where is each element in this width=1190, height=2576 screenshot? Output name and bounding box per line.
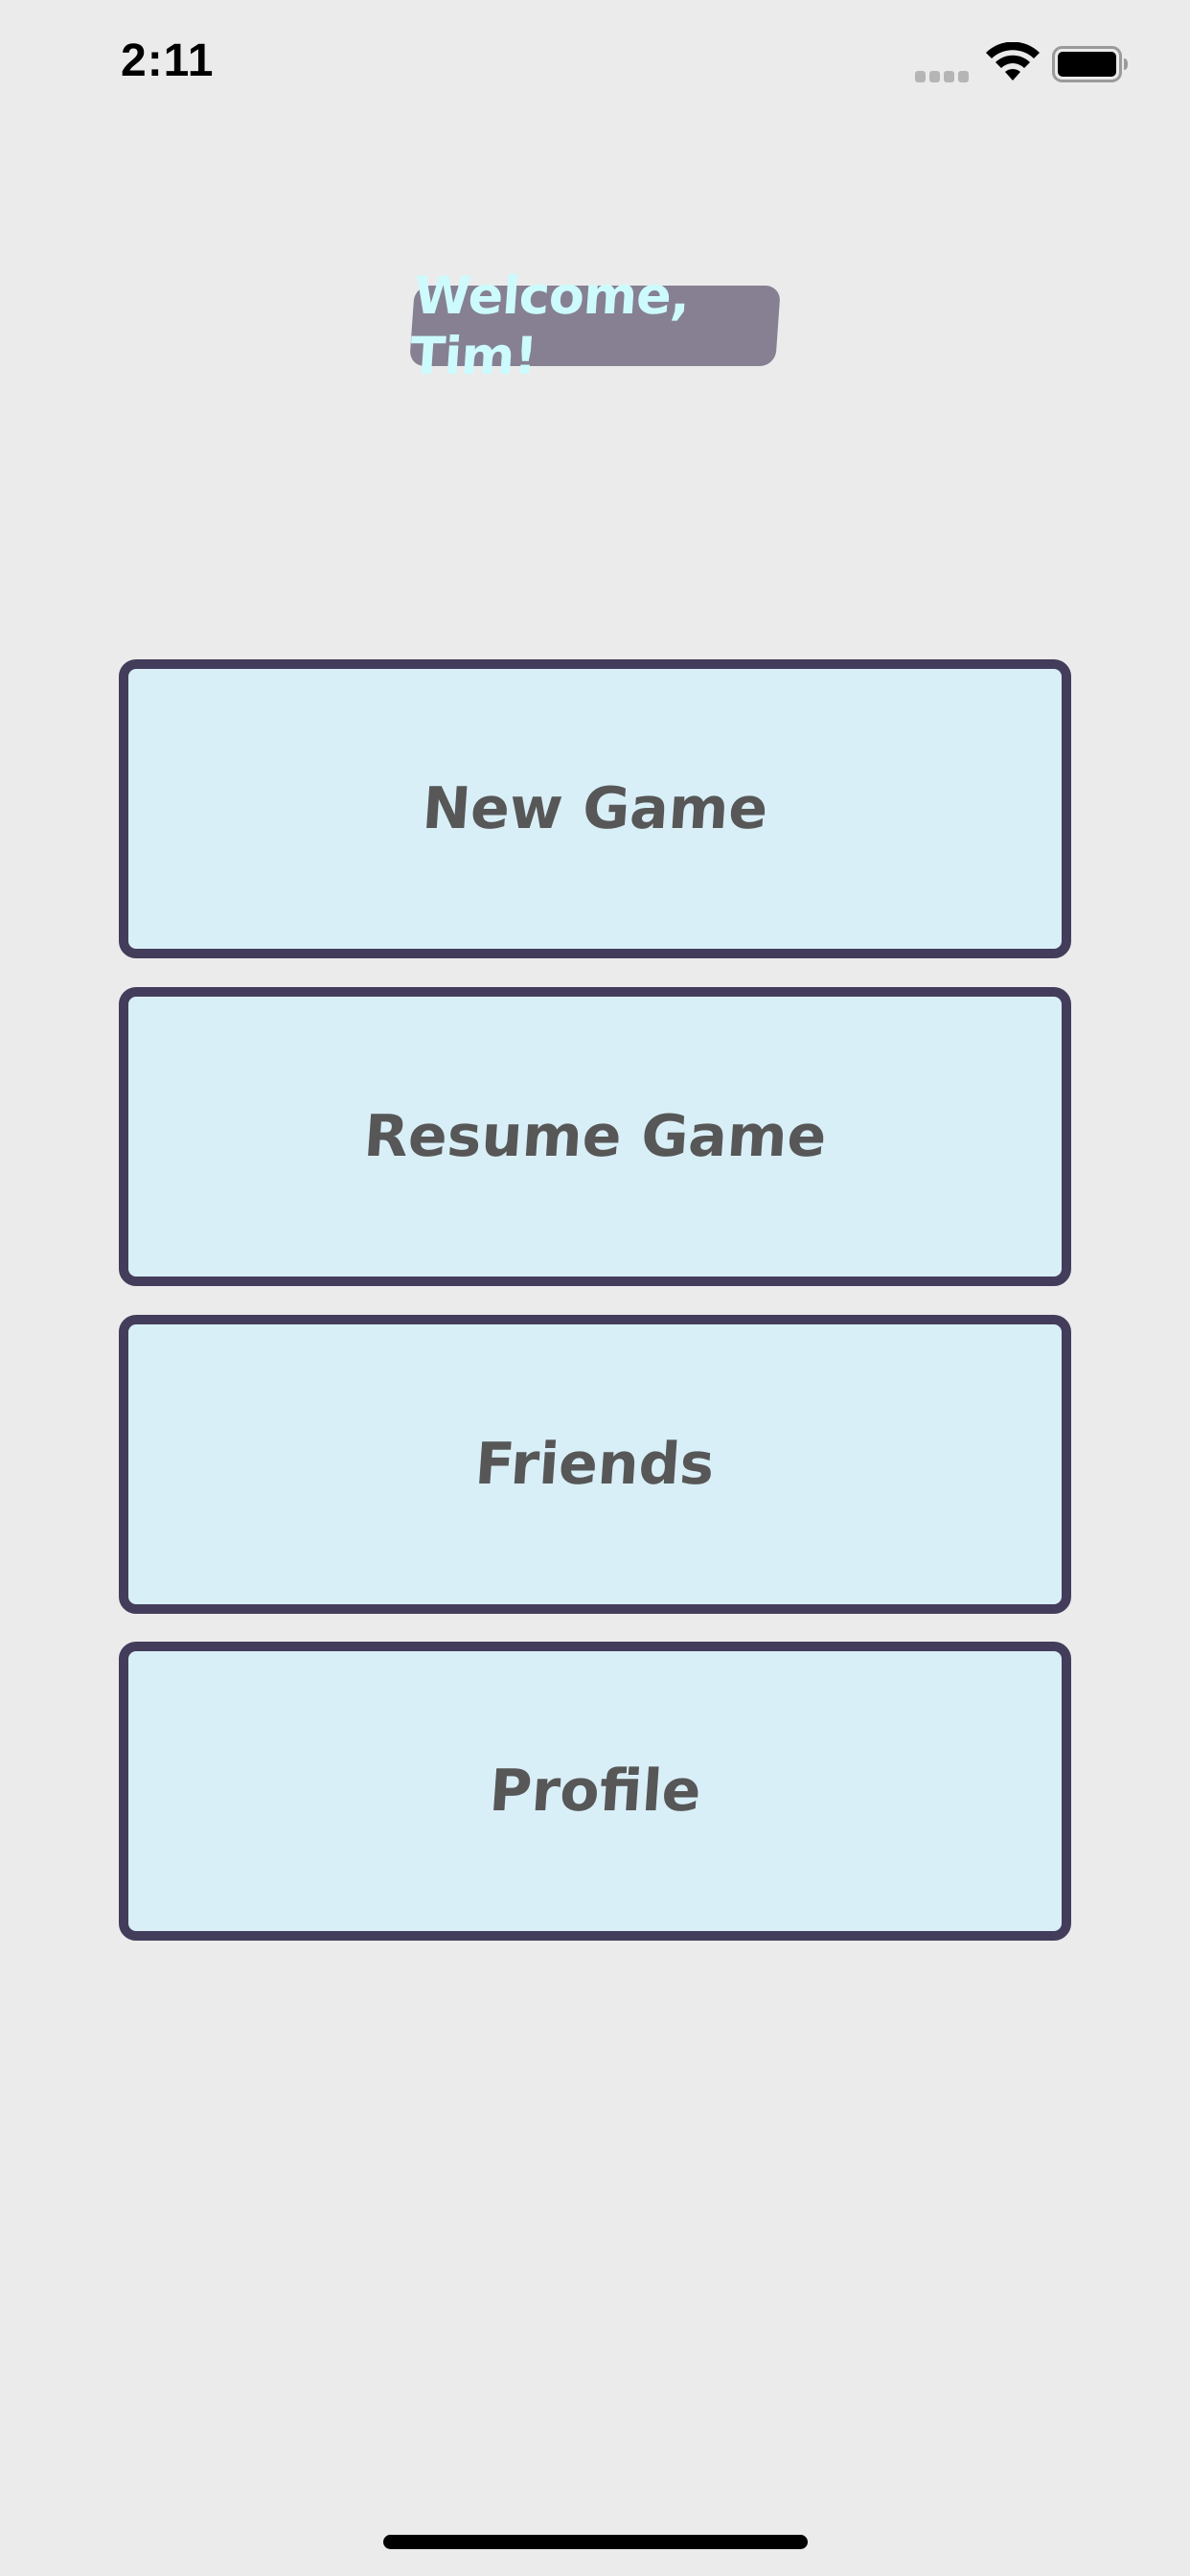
cellular-signal-icon (915, 71, 969, 82)
home-indicator[interactable] (383, 2535, 808, 2549)
wifi-icon (986, 42, 1040, 80)
resume-game-button[interactable]: Resume Game (119, 987, 1071, 1286)
battery-icon (1052, 46, 1128, 82)
status-time: 2:11 (121, 35, 215, 86)
resume-game-label: Resume Game (361, 1103, 829, 1170)
status-bar: 2:11 (0, 0, 1190, 126)
welcome-badge: Welcome, Tim! (408, 265, 781, 386)
new-game-button[interactable]: New Game (119, 659, 1071, 958)
profile-button[interactable]: Profile (119, 1642, 1071, 1941)
profile-label: Profile (487, 1758, 703, 1825)
friends-label: Friends (472, 1431, 718, 1498)
new-game-label: New Game (420, 775, 770, 842)
friends-button[interactable]: Friends (119, 1315, 1071, 1614)
